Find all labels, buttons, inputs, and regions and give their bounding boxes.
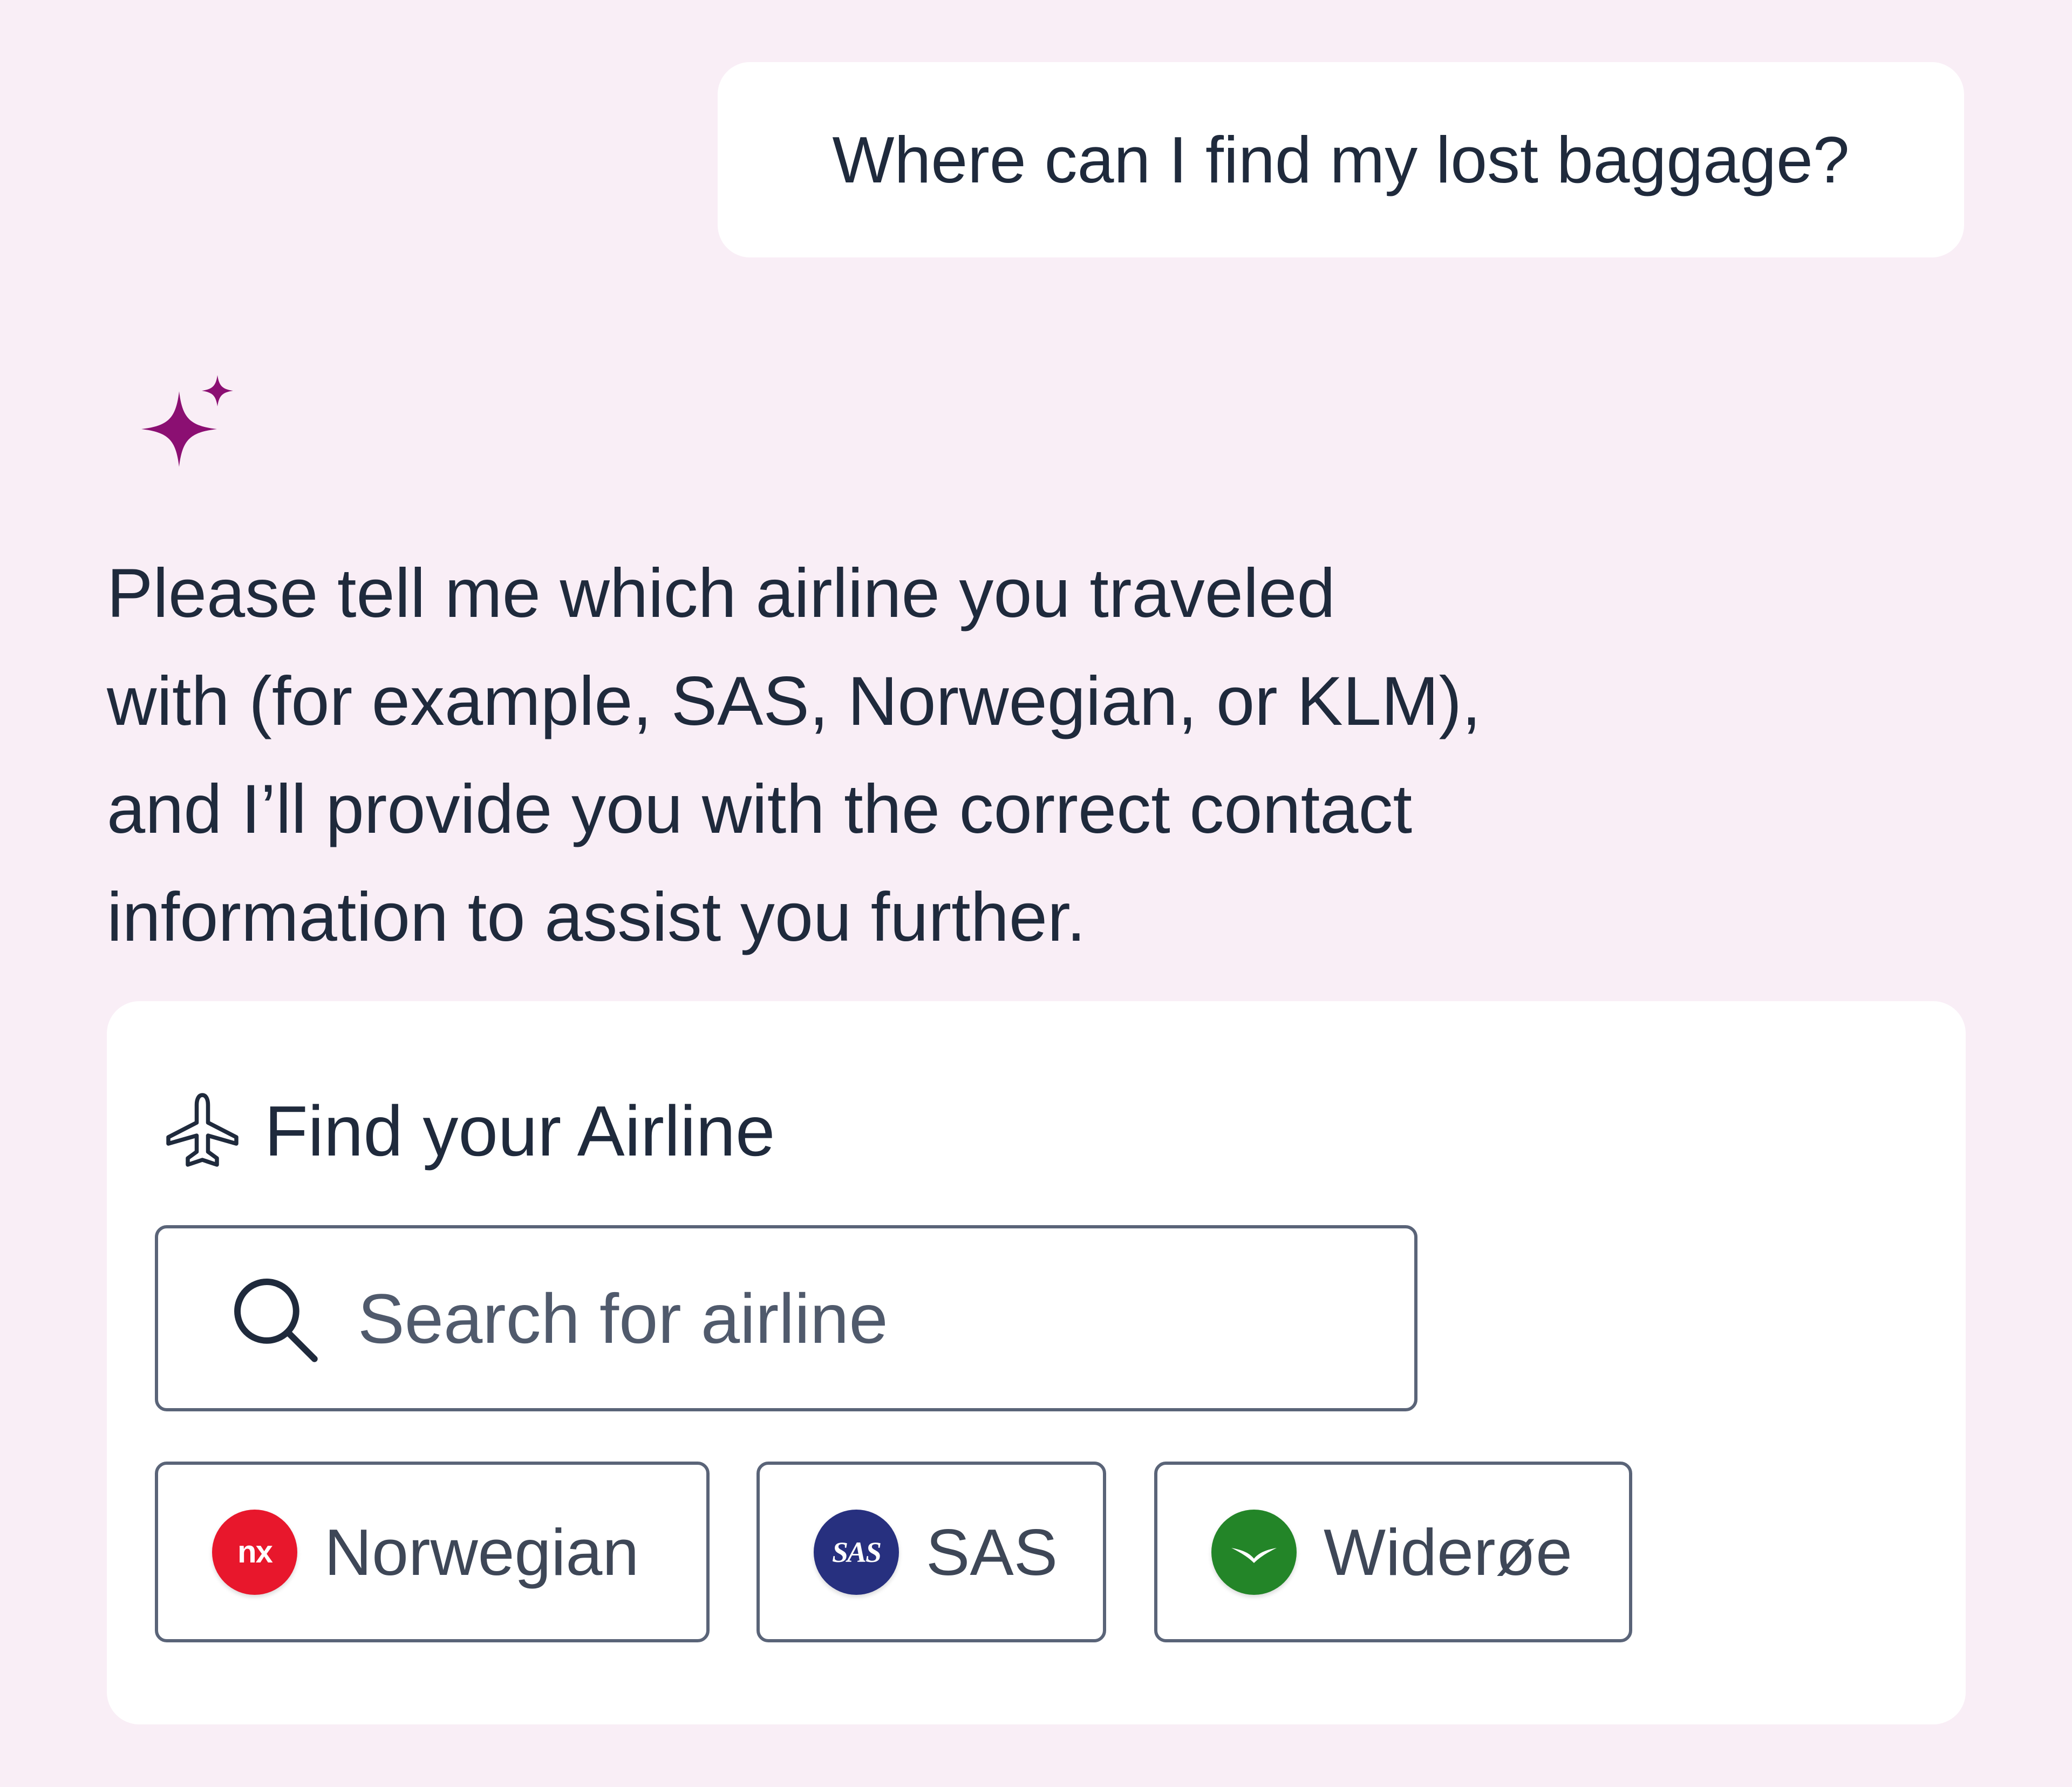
- airline-option-sas[interactable]: SAS SAS: [756, 1462, 1106, 1642]
- sparkle-icon: [141, 375, 233, 467]
- norwegian-logo-icon: nx: [212, 1509, 297, 1595]
- norwegian-logo-text: nx: [237, 1534, 273, 1569]
- sas-logo-text: SAS: [831, 1535, 882, 1568]
- assistant-message-line: with (for example, SAS, Norwegian, or KL…: [107, 663, 1481, 740]
- airline-option-label: SAS: [926, 1515, 1058, 1589]
- sas-logo-icon: SAS: [814, 1509, 899, 1595]
- assistant-message-line: Please tell me which airline you travele…: [107, 555, 1335, 632]
- airline-search-input[interactable]: [358, 1278, 1329, 1359]
- airline-finder-header: Find your Airline: [162, 1079, 775, 1182]
- search-icon: [234, 1278, 318, 1362]
- airline-search-field[interactable]: [155, 1225, 1417, 1411]
- assistant-message: Please tell me which airline you travele…: [107, 540, 1726, 971]
- airline-option-label: Widerøe: [1324, 1515, 1572, 1589]
- airline-option-label: Norwegian: [324, 1515, 639, 1589]
- airline-option-norwegian[interactable]: nx Norwegian: [155, 1462, 710, 1642]
- airplane-icon: [166, 1093, 238, 1167]
- user-message-bubble: Where can I find my lost baggage?: [718, 62, 1964, 257]
- wideroe-logo-icon: [1211, 1509, 1297, 1595]
- airline-finder-title: Find your Airline: [264, 1091, 775, 1171]
- user-message-text: Where can I find my lost baggage?: [832, 123, 1850, 196]
- bird-icon: [1231, 1547, 1277, 1563]
- assistant-message-line: information to assist you further.: [107, 879, 1086, 956]
- assistant-message-line: and I’ll provide you with the correct co…: [107, 771, 1412, 848]
- airline-option-wideroe[interactable]: Widerøe: [1154, 1462, 1632, 1642]
